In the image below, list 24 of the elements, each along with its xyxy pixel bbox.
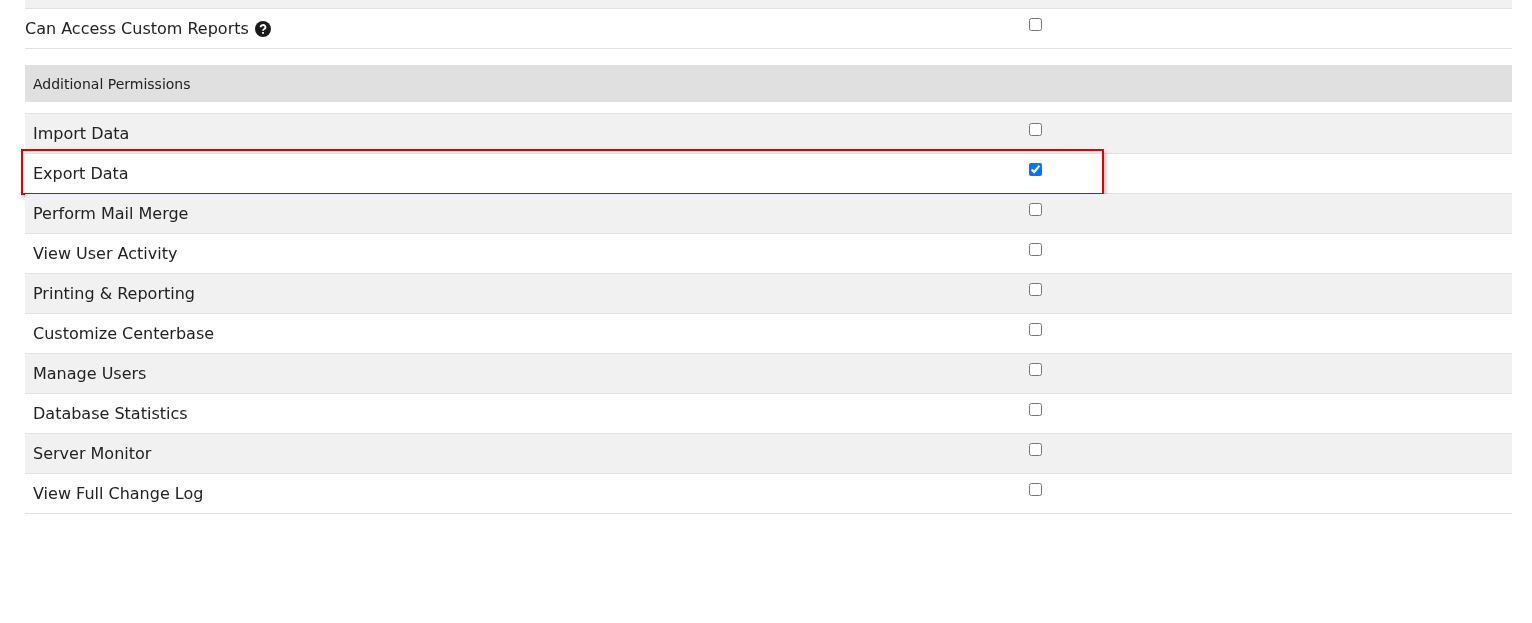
permission-label: View User Activity <box>33 244 178 263</box>
checkbox[interactable] <box>1029 203 1042 216</box>
help-icon[interactable] <box>254 20 271 37</box>
permission-label: Database Statistics <box>33 404 188 423</box>
checkbox[interactable] <box>1029 363 1042 376</box>
checkbox[interactable] <box>1029 483 1042 496</box>
permission-label: Perform Mail Merge <box>33 204 189 223</box>
checkbox[interactable] <box>1029 403 1042 416</box>
section-title: Additional Permissions <box>33 75 191 92</box>
permission-label: Customize Centerbase <box>33 324 215 343</box>
checkbox[interactable] <box>1029 243 1042 256</box>
checkbox[interactable] <box>1029 163 1042 176</box>
permission-label: View Full Change Log <box>33 484 204 503</box>
permission-label: Can Access Custom Reports <box>25 19 249 38</box>
permission-label: Manage Users <box>33 364 147 383</box>
permission-label: Export Data <box>33 164 129 183</box>
permission-label: Import Data <box>33 124 130 143</box>
checkbox[interactable] <box>1029 443 1042 456</box>
permission-label: Printing & Reporting <box>33 284 195 303</box>
permission-label: Server Monitor <box>33 444 152 463</box>
checkbox[interactable] <box>1029 323 1042 336</box>
checkbox[interactable] <box>1029 18 1042 31</box>
checkbox[interactable] <box>1029 123 1042 136</box>
checkbox[interactable] <box>1029 283 1042 296</box>
